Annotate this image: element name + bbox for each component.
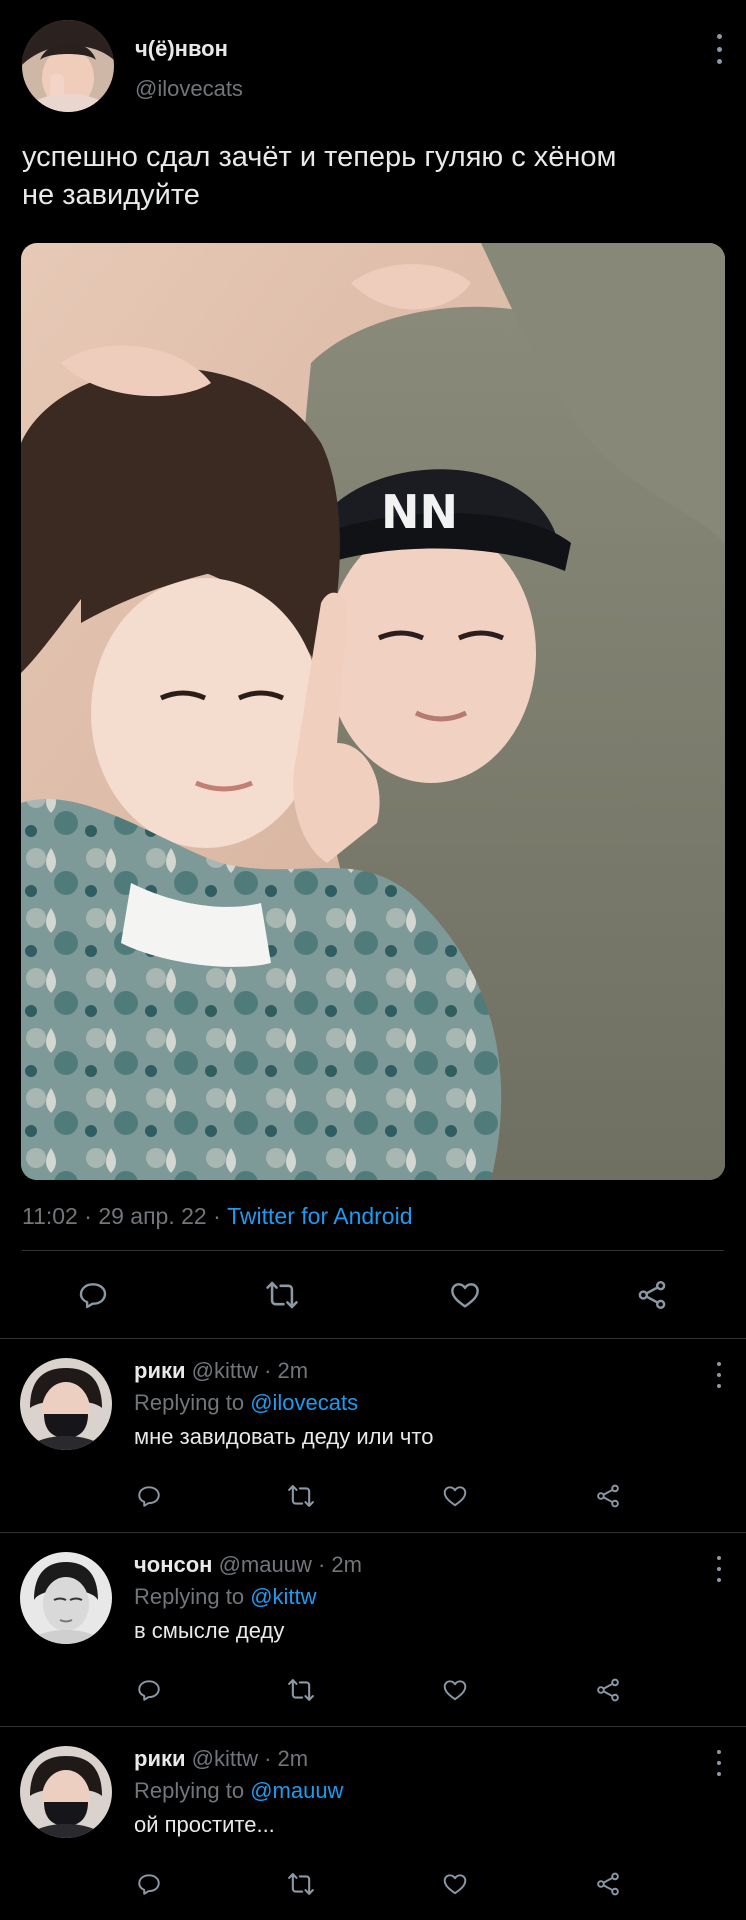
- share-icon[interactable]: [595, 1864, 621, 1904]
- replying-to-handle[interactable]: @kittw: [250, 1584, 316, 1609]
- more-options-icon[interactable]: [714, 1750, 724, 1776]
- reply-icon[interactable]: [136, 1476, 162, 1516]
- replying-to-prefix: Replying to: [134, 1778, 251, 1803]
- like-icon[interactable]: [448, 1270, 482, 1320]
- more-options-icon[interactable]: [714, 1362, 724, 1388]
- replying-to-prefix: Replying to: [134, 1390, 251, 1415]
- replying-to-handle[interactable]: @mauuw: [250, 1778, 343, 1803]
- reply-author-handle[interactable]: @kittw: [192, 1358, 258, 1383]
- reply-text: мне завидовать деду или что: [134, 1424, 434, 1449]
- share-icon[interactable]: [635, 1270, 669, 1320]
- reply-icon[interactable]: [136, 1864, 162, 1904]
- reply-tweet[interactable]: рики @kittw · 2m Replying to @ilovecats …: [0, 1338, 746, 1532]
- share-icon[interactable]: [595, 1670, 621, 1710]
- reply-text: в смысле деду: [134, 1618, 285, 1643]
- tweet-source-link[interactable]: Twitter for Android: [227, 1203, 412, 1229]
- svg-text:NN: NN: [381, 485, 458, 539]
- replying-to-prefix: Replying to: [134, 1584, 251, 1609]
- reply-header: чонсон @mauuw · 2m: [134, 1552, 362, 1578]
- tweet-time: 11:02: [22, 1203, 78, 1229]
- reply-tweet[interactable]: чонсон @mauuw · 2m Replying to @kittw в …: [0, 1532, 746, 1726]
- author-handle[interactable]: @ilovecats: [135, 76, 243, 102]
- reply-text: ой простите...: [134, 1812, 275, 1837]
- author-name[interactable]: ч(ё)нвон: [135, 36, 228, 62]
- meta-separator: ·: [77, 1203, 99, 1229]
- tweet-actions: [0, 1270, 746, 1320]
- reply-icon[interactable]: [76, 1270, 110, 1320]
- more-options-icon[interactable]: [714, 34, 724, 64]
- reply-author-name[interactable]: рики: [134, 1746, 186, 1771]
- reply-header: рики @kittw · 2m: [134, 1746, 308, 1772]
- meta-separator: ·: [206, 1203, 228, 1229]
- like-icon[interactable]: [442, 1864, 468, 1904]
- reply-author-name[interactable]: чонсон: [134, 1552, 212, 1577]
- retweet-icon[interactable]: [286, 1476, 316, 1516]
- tweet-photo[interactable]: NN: [21, 243, 725, 1180]
- reply-author-handle[interactable]: @mauuw: [219, 1552, 312, 1577]
- share-icon[interactable]: [595, 1476, 621, 1516]
- tweet-meta: 11:02 · 29 апр. 22 · Twitter for Android: [22, 1203, 413, 1230]
- main-tweet: ч(ё)нвон @ilovecats успешно сдал зачёт и…: [0, 0, 746, 1338]
- reply-author-handle[interactable]: @kittw: [192, 1746, 258, 1771]
- reply-actions: [0, 1476, 746, 1516]
- divider: [22, 1250, 724, 1251]
- reply-header: рики @kittw · 2m: [134, 1358, 308, 1384]
- author-avatar[interactable]: [22, 20, 114, 112]
- tweet-date: 29 апр. 22: [98, 1203, 207, 1229]
- reply-actions: [0, 1864, 746, 1904]
- tweet-text-line-1: успешно сдал зачёт и теперь гуляю с хёно…: [22, 141, 617, 173]
- replying-to: Replying to @kittw: [134, 1584, 317, 1610]
- retweet-icon[interactable]: [264, 1270, 300, 1320]
- tweet-text: успешно сдал зачёт и теперь гуляю с хёно…: [22, 138, 722, 214]
- reply-time: · 2m: [311, 1552, 362, 1577]
- replying-to: Replying to @mauuw: [134, 1778, 343, 1804]
- reply-author-name[interactable]: рики: [134, 1358, 186, 1383]
- replying-to: Replying to @ilovecats: [134, 1390, 358, 1416]
- tweet-text-line-2: не завидуйте: [22, 179, 200, 211]
- reply-time: · 2m: [257, 1746, 309, 1771]
- replying-to-handle[interactable]: @ilovecats: [250, 1390, 358, 1415]
- reply-time: · 2m: [257, 1358, 309, 1383]
- reply-actions: [0, 1670, 746, 1710]
- retweet-icon[interactable]: [286, 1670, 316, 1710]
- like-icon[interactable]: [442, 1476, 468, 1516]
- retweet-icon[interactable]: [286, 1864, 316, 1904]
- reply-tweet[interactable]: рики @kittw · 2m Replying to @mauuw ой п…: [0, 1726, 746, 1920]
- like-icon[interactable]: [442, 1670, 468, 1710]
- more-options-icon[interactable]: [714, 1556, 724, 1582]
- reply-avatar[interactable]: [20, 1746, 112, 1838]
- reply-icon[interactable]: [136, 1670, 162, 1710]
- reply-avatar[interactable]: [20, 1358, 112, 1450]
- reply-avatar[interactable]: [20, 1552, 112, 1644]
